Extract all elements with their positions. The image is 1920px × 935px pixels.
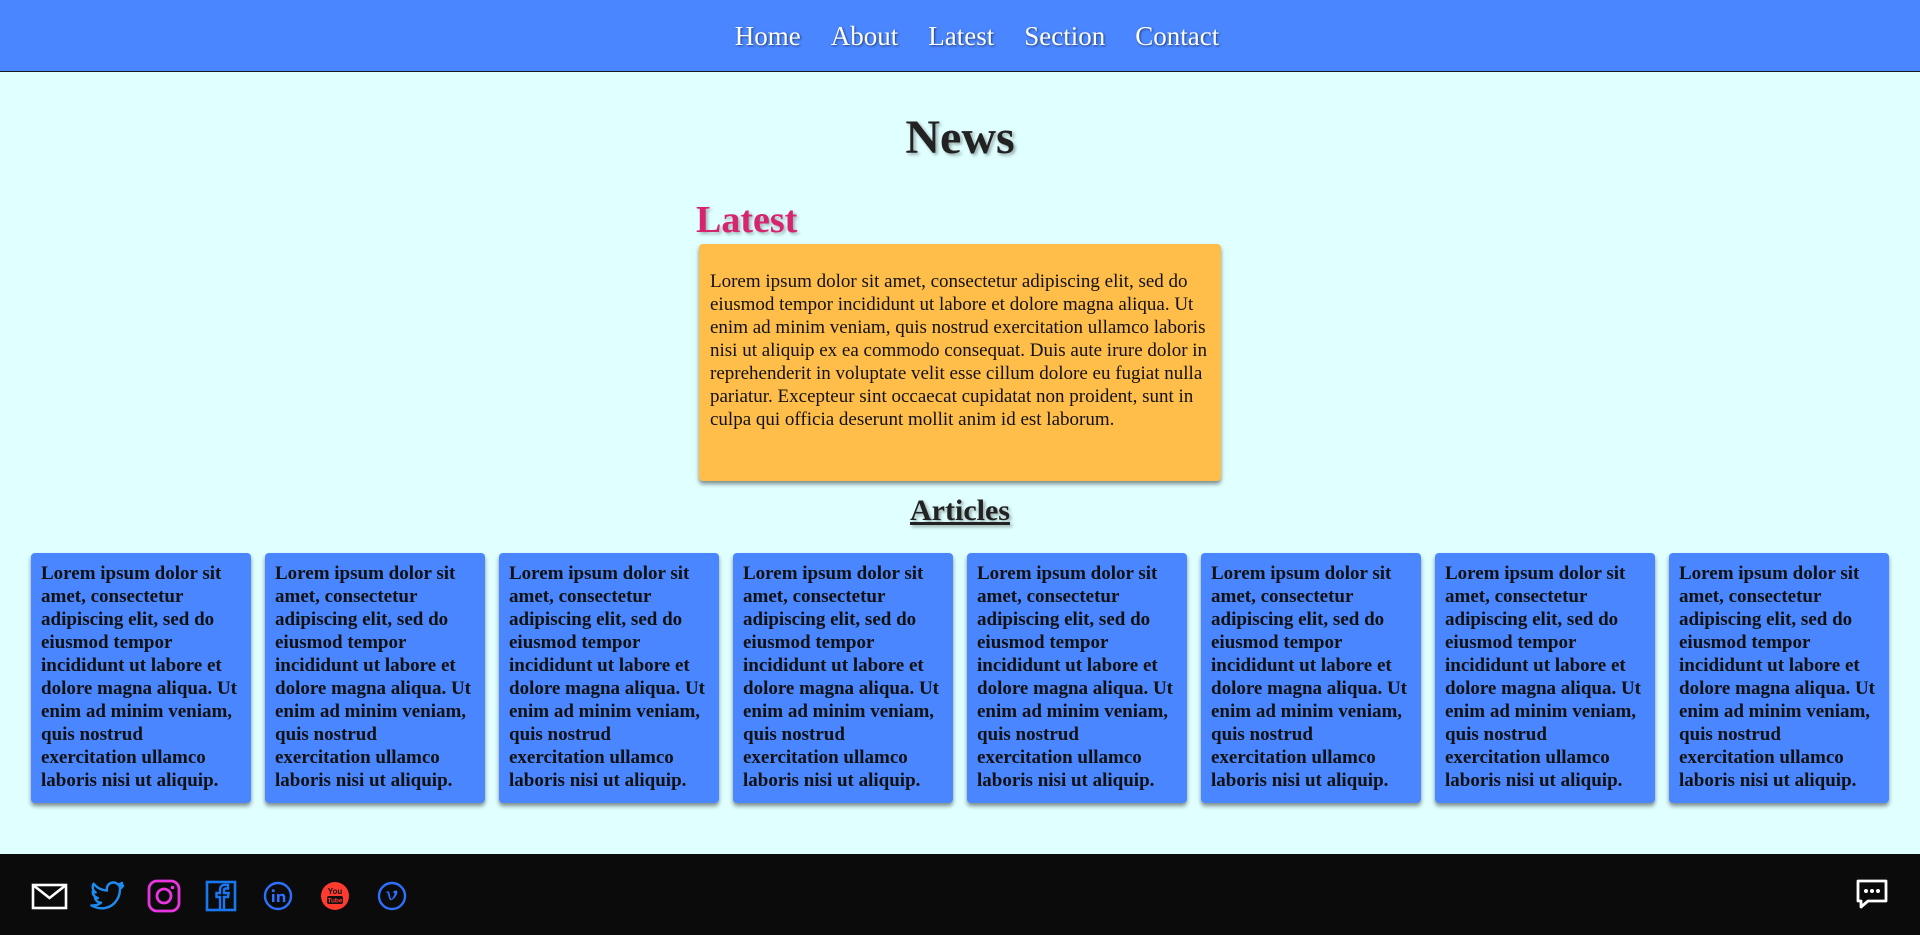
nav-item-section: Section [1024, 21, 1105, 52]
nav-link-latest[interactable]: Latest [928, 21, 994, 51]
article-card: Lorem ipsum dolor sit amet, consectetur … [265, 553, 485, 803]
nav-item-home: Home [735, 21, 801, 52]
article-text: Lorem ipsum dolor sit amet, consectetur … [743, 563, 940, 791]
vimeo-link[interactable] [372, 876, 412, 916]
latest-heading: Latest [696, 199, 798, 241]
mail-link[interactable] [30, 876, 70, 916]
chat-button[interactable] [1854, 876, 1890, 912]
nav-link-contact[interactable]: Contact [1135, 21, 1219, 51]
nav-link-home[interactable]: Home [735, 21, 801, 51]
nav-link-about[interactable]: About [831, 21, 899, 51]
article-card: Lorem ipsum dolor sit amet, consectetur … [1435, 553, 1655, 803]
facebook-link[interactable] [201, 876, 241, 916]
article-card: Lorem ipsum dolor sit amet, consectetur … [31, 553, 251, 803]
youtube-icon: You Tube [321, 882, 349, 910]
svg-text:You: You [328, 887, 343, 896]
articles-heading: Articles [910, 494, 1010, 527]
article-card: Lorem ipsum dolor sit amet, consectetur … [733, 553, 953, 803]
article-text: Lorem ipsum dolor sit amet, consectetur … [41, 563, 238, 791]
nav-link-section[interactable]: Section [1024, 21, 1105, 51]
instagram-link[interactable] [144, 876, 184, 916]
latest-news-box: Lorem ipsum dolor sit amet, consectetur … [699, 244, 1221, 481]
article-text: Lorem ipsum dolor sit amet, consectetur … [1679, 563, 1876, 791]
twitter-icon [90, 881, 125, 910]
nav-item-latest: Latest [928, 21, 994, 52]
linkedin-icon [263, 881, 293, 911]
latest-news-text: Lorem ipsum dolor sit amet, consectetur … [710, 271, 1208, 430]
chat-icon [1856, 879, 1888, 909]
nav-item-about: About [831, 21, 899, 52]
twitter-link[interactable] [87, 876, 127, 916]
facebook-icon [205, 880, 237, 912]
linkedin-link[interactable] [258, 876, 298, 916]
mail-icon [31, 883, 68, 910]
nav-list: Home About Latest Section Contact [735, 21, 1219, 52]
article-card: Lorem ipsum dolor sit amet, consectetur … [967, 553, 1187, 803]
vimeo-icon [377, 881, 407, 911]
article-card: Lorem ipsum dolor sit amet, consectetur … [499, 553, 719, 803]
article-text: Lorem ipsum dolor sit amet, consectetur … [509, 563, 706, 791]
svg-text:Tube: Tube [327, 898, 342, 905]
footer: You Tube [0, 854, 1920, 935]
article-text: Lorem ipsum dolor sit amet, consectetur … [977, 563, 1174, 791]
article-text: Lorem ipsum dolor sit amet, consectetur … [275, 563, 472, 791]
nav-item-contact: Contact [1135, 21, 1219, 52]
article-text: Lorem ipsum dolor sit amet, consectetur … [1445, 563, 1642, 791]
article-card: Lorem ipsum dolor sit amet, consectetur … [1669, 553, 1889, 803]
instagram-icon [147, 879, 181, 913]
article-text: Lorem ipsum dolor sit amet, consectetur … [1211, 563, 1408, 791]
page-title: News [905, 111, 1015, 164]
article-card: Lorem ipsum dolor sit amet, consectetur … [1201, 553, 1421, 803]
articles-list: Lorem ipsum dolor sit amet, consectetur … [31, 553, 1889, 803]
top-navigation: Home About Latest Section Contact [0, 0, 1920, 72]
social-links: You Tube [30, 876, 412, 916]
youtube-link[interactable]: You Tube [315, 876, 355, 916]
